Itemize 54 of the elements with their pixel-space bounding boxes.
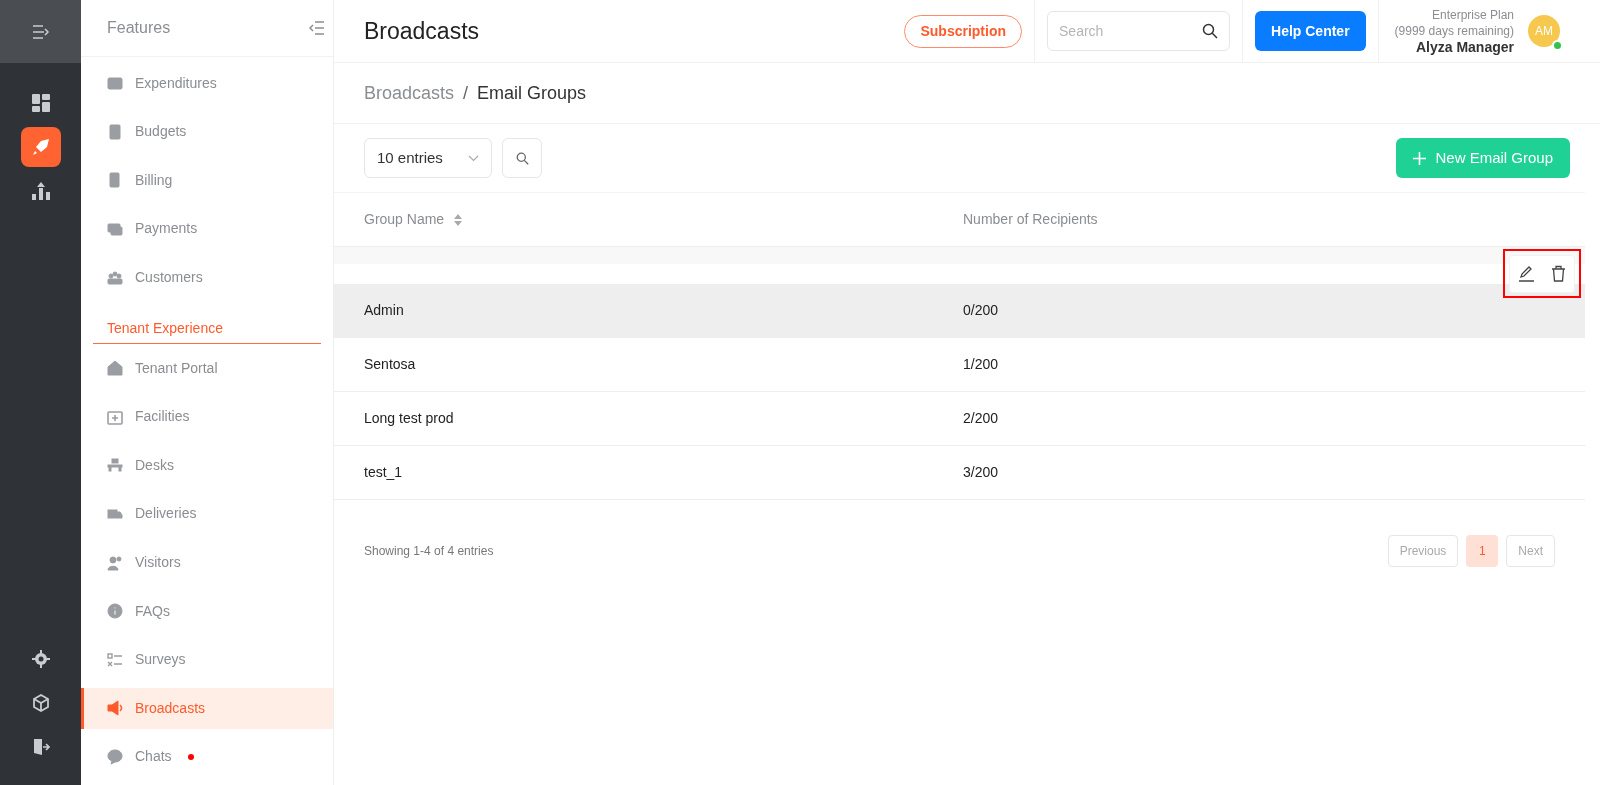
search-field[interactable]: Search (1047, 11, 1230, 51)
chat-bubble-icon (107, 748, 123, 765)
page-title: Broadcasts (364, 16, 481, 46)
sort-icon (454, 213, 463, 226)
pagination-button[interactable]: Next (1506, 534, 1555, 567)
breadcrumb-current: Email Groups (477, 81, 587, 105)
section-heading: Tenant Experience (107, 318, 223, 338)
document-icon (107, 172, 123, 189)
dashboard-icon (31, 94, 50, 112)
sidebar-title: Features (107, 17, 171, 38)
recipients-cell-text: 3/200 (963, 463, 999, 482)
home-icon (107, 360, 123, 377)
group-name-cell-text: Admin (364, 301, 405, 320)
table-row[interactable]: Admin 0/200 (334, 284, 1585, 338)
entries-dropdown[interactable]: 10 entries (364, 138, 492, 178)
bar-chart-icon (31, 182, 50, 200)
user-name: Alyza Manager (1415, 39, 1514, 55)
megaphone-icon (107, 700, 123, 717)
column-header[interactable]: Group Name (364, 209, 963, 230)
chevron-down-icon (468, 154, 479, 162)
help-center-button[interactable]: Help Center (1255, 11, 1366, 51)
recipients-cell-text: 1/200 (963, 355, 999, 374)
breadcrumb-link[interactable]: Broadcasts (364, 79, 455, 107)
group-name-cell-text: Sentosa (364, 355, 417, 374)
breadcrumb-separator: / (463, 81, 469, 105)
rail-button[interactable] (20, 127, 61, 167)
plan-remaining: (9999 days remaining) (1394, 23, 1514, 39)
entries-summary: Showing 1-4 of 4 entries (364, 542, 495, 560)
search-icon (515, 151, 529, 165)
checklist-icon (107, 651, 123, 668)
column-header: Number of Recipients (963, 210, 1098, 229)
collapse-icon[interactable] (309, 20, 325, 35)
info-icon (107, 603, 123, 620)
edit-icon[interactable] (1518, 265, 1535, 282)
sidebar-item[interactable]: Broadcasts (81, 687, 333, 729)
group-name-cell-text: test_1 (364, 463, 404, 482)
group-name-cell-text: Long test prod (364, 409, 455, 428)
new-email-group-button[interactable]: New Email Group (1396, 138, 1570, 178)
cards-icon (107, 220, 123, 237)
recipients-cell-text: 2/200 (963, 409, 999, 428)
recipients-cell-text: 0/200 (963, 301, 999, 320)
plus-icon (1413, 151, 1427, 165)
calendar-icon (107, 408, 123, 425)
cube-icon (31, 694, 50, 712)
logout-icon (31, 738, 50, 756)
page-button[interactable]: 1 (1466, 534, 1499, 567)
pagination-button[interactable]: Previous (1387, 534, 1459, 567)
visitor-icon (107, 554, 123, 571)
menu-toggle-icon[interactable] (31, 24, 50, 39)
desk-icon (107, 457, 123, 474)
plan-label: Enterprise Plan (1431, 7, 1514, 23)
delete-icon[interactable] (1551, 265, 1566, 282)
rocket-icon (31, 138, 50, 156)
search-icon[interactable] (1202, 23, 1218, 39)
